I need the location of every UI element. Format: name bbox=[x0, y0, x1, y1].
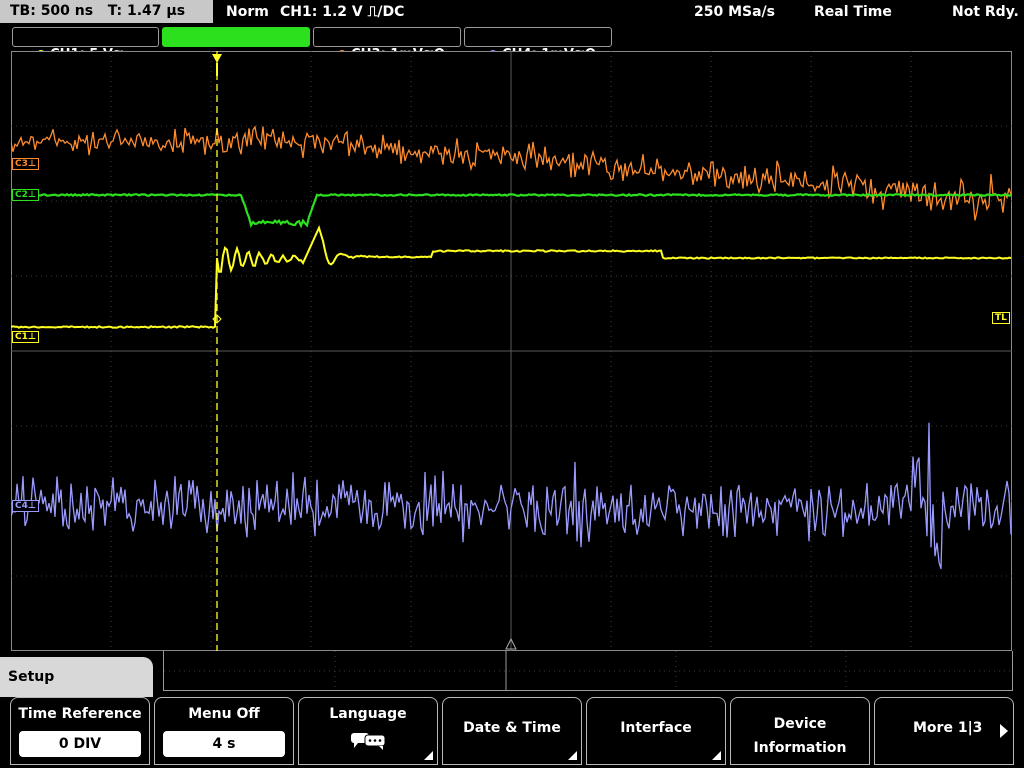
more-label: More 1|3 bbox=[913, 720, 983, 736]
channel-2-tab[interactable]: CH2: 20 mV≅Ω bbox=[162, 27, 310, 62]
speech-bubble-icon bbox=[351, 733, 386, 750]
device-information-line-2: Information bbox=[753, 740, 847, 756]
submenu-indicator-icon bbox=[568, 751, 577, 760]
date-time-button[interactable]: Date & Time bbox=[442, 697, 582, 765]
channel-1-tab[interactable]: CH1: 5 V≅ bbox=[12, 27, 159, 62]
trigger-mode[interactable]: Norm bbox=[226, 0, 269, 24]
channel-4-tab[interactable]: CH4: 1mV≅Ω bbox=[464, 27, 612, 62]
trigger-level-marker[interactable]: TL bbox=[992, 312, 1010, 324]
channel-bar: CH1: 5 V≅ CH2: 20 mV≅Ω CH3: 1mV≅Ω CH4: 1… bbox=[0, 26, 1024, 62]
lower-panel bbox=[163, 651, 1014, 691]
device-information-button[interactable]: Device Information bbox=[730, 697, 870, 765]
next-page-icon bbox=[1000, 724, 1008, 738]
time-reference-label: Time Reference bbox=[18, 706, 142, 722]
channel-3-ground-marker[interactable]: C3⊥ bbox=[12, 158, 40, 170]
channel-2-ground-marker[interactable]: C2⊥ bbox=[12, 189, 40, 201]
channel-4-ground-marker[interactable]: C4⊥ bbox=[12, 500, 40, 512]
time-reference-button[interactable]: Time Reference 0 DIV bbox=[10, 697, 150, 765]
device-information-line-1: Device bbox=[773, 716, 827, 732]
menu-off-value: 4 s bbox=[163, 731, 285, 757]
device-information-label: Device Information bbox=[731, 712, 869, 760]
submenu-indicator-icon bbox=[424, 751, 433, 760]
timebase-readout[interactable]: TB: 500 ns T: 1.47 µs bbox=[0, 0, 213, 23]
status-bar: TB: 500 ns T: 1.47 µs Norm CH1: 1.2 V ⎍/… bbox=[0, 0, 1024, 24]
menu-title: Setup bbox=[0, 657, 153, 697]
waveform-display[interactable] bbox=[11, 51, 1012, 651]
run-state: Not Rdy. bbox=[952, 4, 1019, 20]
channel-3-tab[interactable]: CH3: 1mV≅Ω bbox=[313, 27, 461, 62]
sample-rate: 250 MSa/s bbox=[694, 4, 776, 20]
language-label: Language bbox=[329, 706, 407, 722]
channel-1-ground-marker[interactable]: C1⊥ bbox=[12, 331, 40, 343]
interface-button[interactable]: Interface bbox=[586, 697, 726, 765]
time-reference-value: 0 DIV bbox=[19, 731, 141, 757]
trigger-source[interactable]: CH1: 1.2 V ⎍/DC bbox=[280, 0, 404, 24]
more-button[interactable]: More 1|3 bbox=[874, 697, 1014, 765]
menu-off-label: Menu Off bbox=[188, 706, 260, 722]
interface-label: Interface bbox=[620, 720, 692, 736]
submenu-indicator-icon bbox=[712, 751, 721, 760]
menu-off-button[interactable]: Menu Off 4 s bbox=[154, 697, 294, 765]
acquisition-mode: Real Time bbox=[814, 4, 892, 20]
language-button[interactable]: Language bbox=[298, 697, 438, 765]
date-time-label: Date & Time bbox=[463, 720, 561, 736]
